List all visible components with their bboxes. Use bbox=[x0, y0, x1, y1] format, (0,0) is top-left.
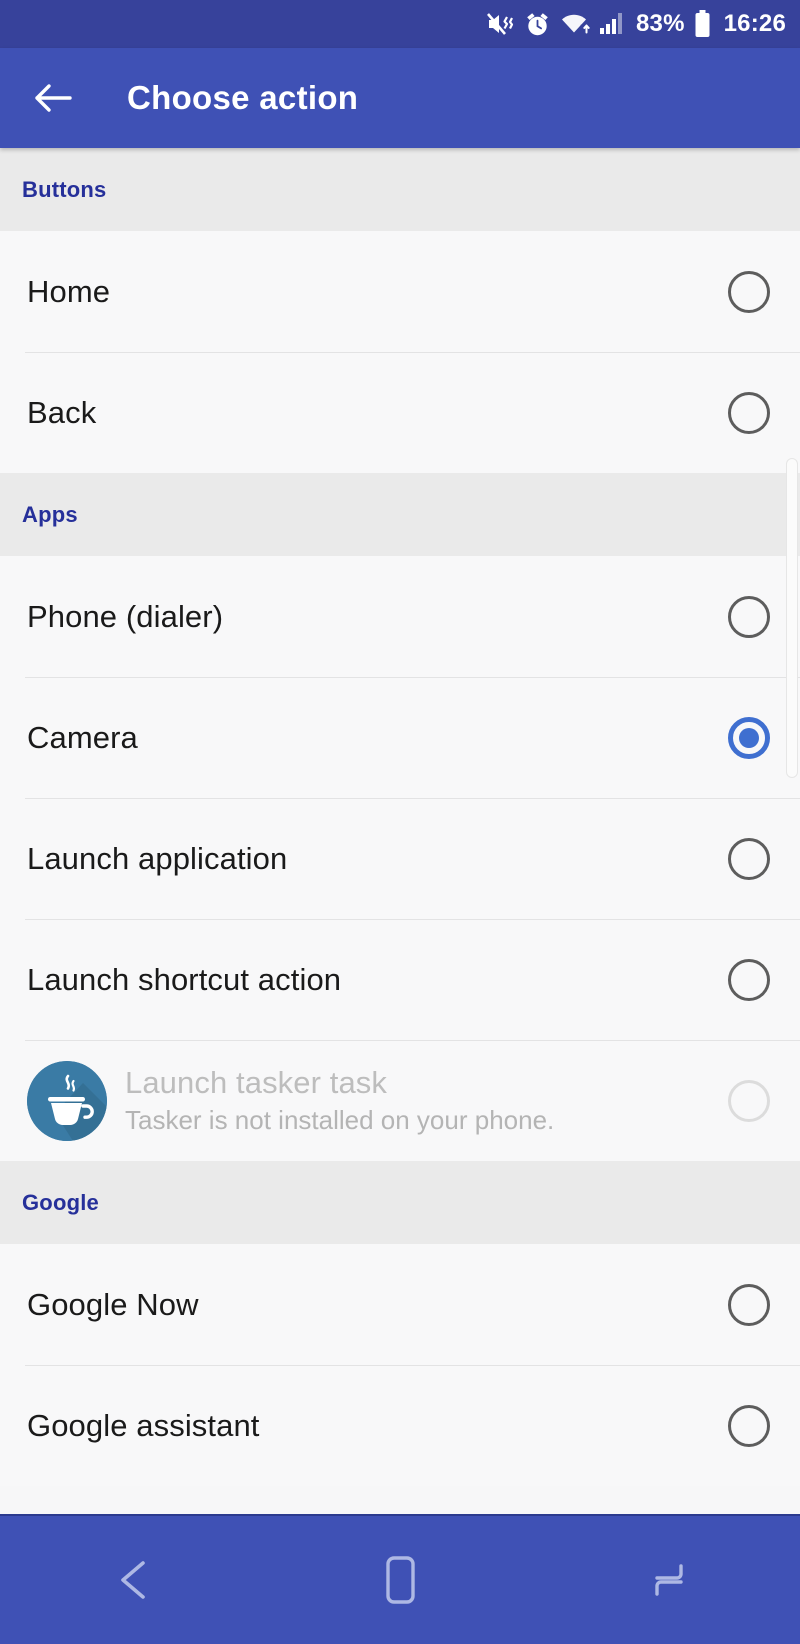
row-title: Launch tasker task bbox=[125, 1064, 388, 1100]
battery-icon bbox=[695, 10, 710, 37]
list-item-launch-tasker-task: Launch tasker task Tasker is not install… bbox=[0, 1040, 800, 1161]
row-title: Launch shortcut action bbox=[27, 961, 342, 997]
row-title: Google assistant bbox=[27, 1407, 260, 1443]
radio-back[interactable] bbox=[728, 391, 770, 434]
signal-icon bbox=[599, 13, 622, 34]
app-toolbar: Choose action bbox=[0, 48, 800, 148]
row-divider bbox=[25, 798, 800, 799]
list-item-camera[interactable]: Camera bbox=[0, 677, 800, 798]
row-text: Camera bbox=[27, 720, 714, 756]
radio-google-now[interactable] bbox=[728, 1283, 770, 1326]
tasker-app-icon bbox=[27, 1060, 107, 1141]
alarm-icon bbox=[527, 12, 548, 35]
radio-phone-dialer[interactable] bbox=[728, 595, 770, 638]
row-text: Home bbox=[27, 274, 714, 310]
wifi-icon bbox=[561, 14, 590, 34]
list-item-launch-shortcut-action[interactable]: Launch shortcut action bbox=[0, 919, 800, 1040]
home-nav-icon bbox=[386, 1556, 415, 1604]
row-subtitle: Tasker is not installed on your phone. bbox=[125, 1105, 555, 1136]
section-title: Apps bbox=[22, 501, 78, 527]
radio-camera[interactable] bbox=[728, 716, 770, 759]
back-nav-icon bbox=[121, 1561, 146, 1599]
section-header-buttons: Buttons bbox=[0, 148, 800, 231]
row-text: Launch shortcut action bbox=[27, 962, 714, 998]
android-screen: 83% 16:26 Choose action Buttons Home Bac… bbox=[0, 0, 800, 1644]
row-title: Home bbox=[27, 273, 111, 309]
row-divider bbox=[25, 677, 800, 678]
scrollbar-thumb[interactable] bbox=[786, 458, 798, 778]
status-bar-icons: 83% 16:26 bbox=[486, 10, 786, 38]
clock-label: 16:26 bbox=[723, 10, 786, 37]
page-title: Choose action bbox=[127, 79, 359, 116]
action-list[interactable]: Buttons Home Back Apps Phone (dialer) Ca… bbox=[0, 148, 800, 1514]
coffee-cup-icon bbox=[27, 1060, 107, 1141]
list-item-google-assistant[interactable]: Google assistant bbox=[0, 1365, 800, 1486]
section-header-google: Google bbox=[0, 1161, 800, 1244]
row-text: Google assistant bbox=[27, 1408, 714, 1444]
list-item-home[interactable]: Home bbox=[0, 231, 800, 352]
status-bar: 83% 16:26 bbox=[0, 0, 800, 48]
row-title: Back bbox=[27, 394, 97, 430]
radio-launch-tasker-task bbox=[728, 1079, 770, 1122]
section-title: Google bbox=[22, 1189, 99, 1215]
row-text: Launch application bbox=[27, 841, 714, 877]
row-divider bbox=[25, 1365, 800, 1366]
system-navigation-bar bbox=[0, 1514, 800, 1644]
radio-launch-application[interactable] bbox=[728, 837, 770, 880]
row-divider bbox=[25, 352, 800, 353]
list-item-back[interactable]: Back bbox=[0, 352, 800, 473]
radio-launch-shortcut-action[interactable] bbox=[728, 958, 770, 1001]
row-divider bbox=[25, 919, 800, 920]
list-item-google-now[interactable]: Google Now bbox=[0, 1244, 800, 1365]
back-arrow-icon[interactable] bbox=[30, 75, 76, 121]
list-item-launch-application[interactable]: Launch application bbox=[0, 798, 800, 919]
row-text: Launch tasker task Tasker is not install… bbox=[125, 1065, 714, 1137]
nav-home-button[interactable] bbox=[267, 1516, 534, 1644]
row-text: Google Now bbox=[27, 1287, 714, 1323]
radio-google-assistant[interactable] bbox=[728, 1404, 770, 1447]
nav-back-button[interactable] bbox=[0, 1516, 267, 1644]
mute-vibrate-icon bbox=[486, 13, 514, 35]
nav-recents-button[interactable] bbox=[533, 1516, 800, 1644]
section-header-apps: Apps bbox=[0, 473, 800, 556]
row-title: Phone (dialer) bbox=[27, 598, 224, 634]
row-text: Back bbox=[27, 395, 714, 431]
row-title: Launch application bbox=[27, 840, 288, 876]
section-title: Buttons bbox=[22, 176, 107, 202]
row-title: Google Now bbox=[27, 1286, 199, 1322]
battery-percent-label: 83% bbox=[635, 10, 685, 37]
radio-home[interactable] bbox=[728, 270, 770, 313]
row-title: Camera bbox=[27, 719, 138, 755]
row-text: Phone (dialer) bbox=[27, 599, 714, 635]
row-divider bbox=[25, 1040, 800, 1041]
list-item-phone-dialer[interactable]: Phone (dialer) bbox=[0, 556, 800, 677]
recents-nav-icon bbox=[654, 1564, 683, 1596]
